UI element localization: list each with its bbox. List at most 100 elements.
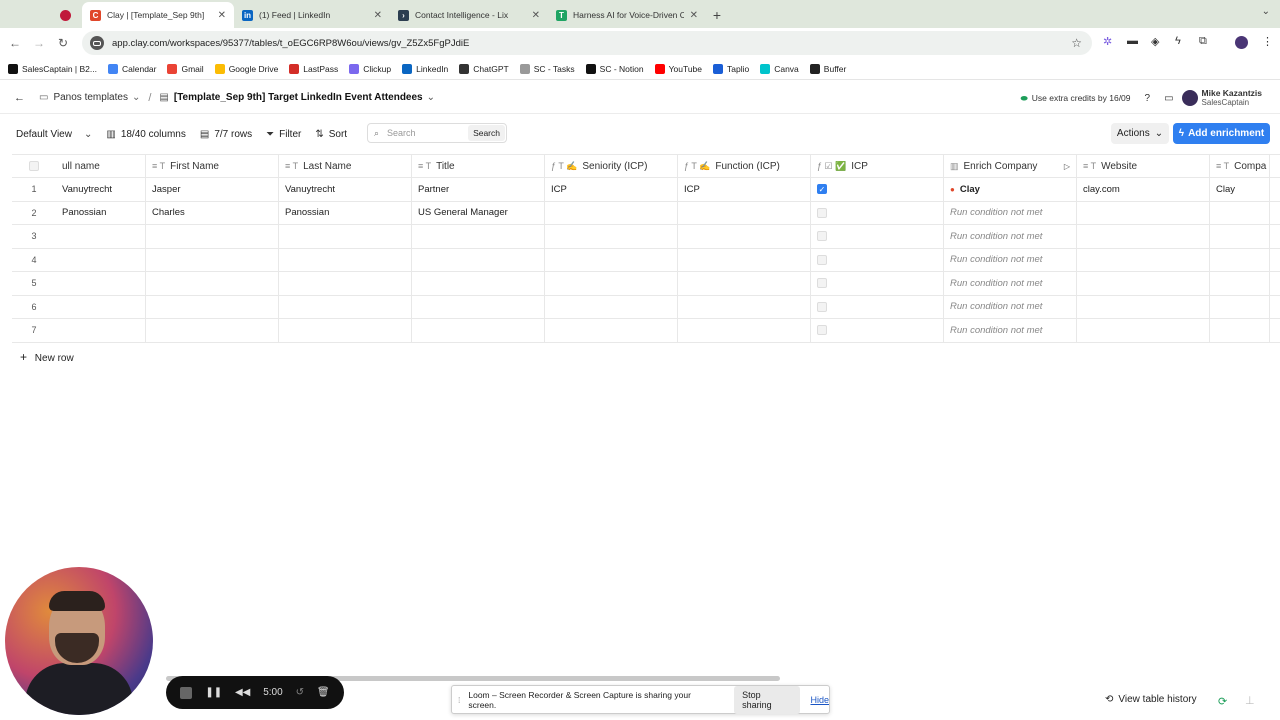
breadcrumb-workspace[interactable]: ▭ Panos templates ⌄ [39,92,140,103]
column-header[interactable]: ƒ ☑ ✅ ICP [811,155,944,177]
icp-checkbox[interactable] [817,301,827,312]
table-cell[interactable] [56,319,146,342]
table-cell[interactable] [545,295,678,318]
stop-sharing-button[interactable]: Stop sharing [734,685,801,714]
profile-avatar[interactable] [1235,36,1248,49]
hide-link[interactable]: Hide [810,695,829,705]
table-cell[interactable] [811,248,944,271]
table-cell[interactable]: Run condition not met [944,319,1077,342]
bookmark-item[interactable]: YouTube [654,63,702,74]
table-cell[interactable] [1210,225,1270,248]
table-cell[interactable]: Run condition not met [944,225,1077,248]
table-cell[interactable]: ICP [545,178,678,201]
column-header[interactable]: ≡ T Title [412,155,545,177]
bookmark-item[interactable]: Google Drive [214,63,278,74]
tab-close-icon[interactable]: ✕ [532,10,540,21]
browser-tab-clay[interactable]: C Clay | [Template_Sep 9th] ✕ [82,2,234,28]
icp-checkbox[interactable] [817,207,827,218]
table-row[interactable]: 3 Run condition not met [12,225,1280,249]
bookmark-item[interactable]: Calendar [107,63,156,74]
table-cell[interactable] [811,319,944,342]
browser-tab-linkedin[interactable]: in (1) Feed | LinkedIn ✕ [234,2,390,28]
help-icon[interactable]: ? [1145,93,1151,104]
inbox-icon[interactable]: ▭ [1164,93,1173,104]
restart-icon[interactable]: ↺ [296,687,304,698]
table-cell[interactable] [1210,272,1270,295]
table-cell[interactable] [1077,295,1210,318]
extension-icon[interactable]: ϟ [1175,35,1181,47]
table-cell[interactable]: Panossian [279,201,412,224]
site-info-icon[interactable] [90,36,104,50]
table-cell[interactable]: ● Clay [944,178,1077,201]
table-cell[interactable] [811,201,944,224]
table-cell[interactable]: US General Manager [412,201,545,224]
icp-checkbox[interactable] [817,231,827,242]
column-header[interactable]: ull name [56,155,146,177]
bookmark-item[interactable]: LinkedIn [402,63,448,74]
table-cell[interactable] [545,319,678,342]
table-cell[interactable] [545,272,678,295]
user-avatar[interactable] [1181,90,1198,106]
browser-tab-harness[interactable]: T Harness AI for Voice-Driven C ✕ [548,2,706,28]
table-cell[interactable] [545,201,678,224]
table-cell[interactable]: Vanuytrecht [279,178,412,201]
extensions-puzzle-icon[interactable]: ⧉ [1199,35,1207,48]
icp-checkbox[interactable] [817,325,827,336]
table-cell[interactable] [545,225,678,248]
table-cell[interactable] [146,319,279,342]
table-cell[interactable] [678,319,811,342]
table-cell[interactable] [1077,248,1210,271]
new-row-button[interactable]: + New row [20,350,74,364]
credits-text[interactable]: Use extra credits by 16/09 [1032,93,1131,103]
sort-button[interactable]: ⇅ Sort [315,129,347,140]
table-row[interactable]: 6 Run condition not met [12,295,1280,319]
breadcrumb-table[interactable]: ▤ [Template_Sep 9th] Target LinkedIn Eve… [159,92,435,103]
user-info[interactable]: Mike Kazantzis SalesCaptain [1202,88,1262,108]
table-cell[interactable] [678,272,811,295]
table-cell[interactable] [279,295,412,318]
table-row[interactable]: 4 Run condition not met [12,248,1280,272]
table-cell[interactable]: Run condition not met [944,295,1077,318]
table-cell[interactable] [1077,319,1210,342]
rows-button[interactable]: ▤ 7/7 rows [200,129,252,140]
pause-icon[interactable]: ❚❚ [205,687,222,698]
table-cell[interactable] [811,272,944,295]
table-cell[interactable]: Run condition not met [944,272,1077,295]
table-cell[interactable]: Run condition not met [944,248,1077,271]
table-cell[interactable]: Charles [146,201,279,224]
bookmark-item[interactable]: Canva [760,63,799,74]
icp-checkbox[interactable]: ✓ [817,184,827,195]
view-selector[interactable]: Default View ⌄ [16,129,92,140]
table-cell[interactable] [279,272,412,295]
table-cell[interactable] [146,295,279,318]
column-header[interactable]: ƒ T ✍ Seniority (ICP) [545,155,678,177]
table-cell[interactable] [412,295,545,318]
rewind-icon[interactable]: ◀◀ [235,687,250,698]
select-all-checkbox[interactable] [12,155,56,177]
search-button[interactable]: Search [468,125,505,141]
column-header[interactable]: ▥ Enrich Company ▷ [944,155,1077,177]
table-cell[interactable] [1077,272,1210,295]
column-header[interactable]: ≡ T Last Name [279,155,412,177]
table-cell[interactable] [678,201,811,224]
tab-close-icon[interactable]: ✕ [374,10,382,21]
pin-icon[interactable]: ⊥ [1245,694,1255,707]
table-cell[interactable] [146,248,279,271]
bookmark-item[interactable]: SalesCaptain | B2... [8,63,97,74]
extension-icon[interactable]: ▬ [1127,35,1138,47]
table-cell[interactable] [146,225,279,248]
run-column-icon[interactable]: ▷ [1064,162,1070,171]
table-cell[interactable] [56,272,146,295]
table-cell[interactable]: Run condition not met [944,201,1077,224]
table-cell[interactable]: clay.com [1077,178,1210,201]
reload-icon[interactable]: ↻ [51,36,75,50]
table-cell[interactable] [811,225,944,248]
bookmark-item[interactable]: Taplio [713,63,749,74]
column-header[interactable]: ≡ T First Name [146,155,279,177]
back-arrow-icon[interactable]: ← [3,36,27,50]
table-cell[interactable] [1077,225,1210,248]
address-bar[interactable]: app.clay.com/workspaces/95377/tables/t_o… [82,31,1092,55]
stop-recording-icon[interactable] [180,686,193,699]
table-cell[interactable] [412,248,545,271]
table-cell[interactable]: ✓ [811,178,944,201]
